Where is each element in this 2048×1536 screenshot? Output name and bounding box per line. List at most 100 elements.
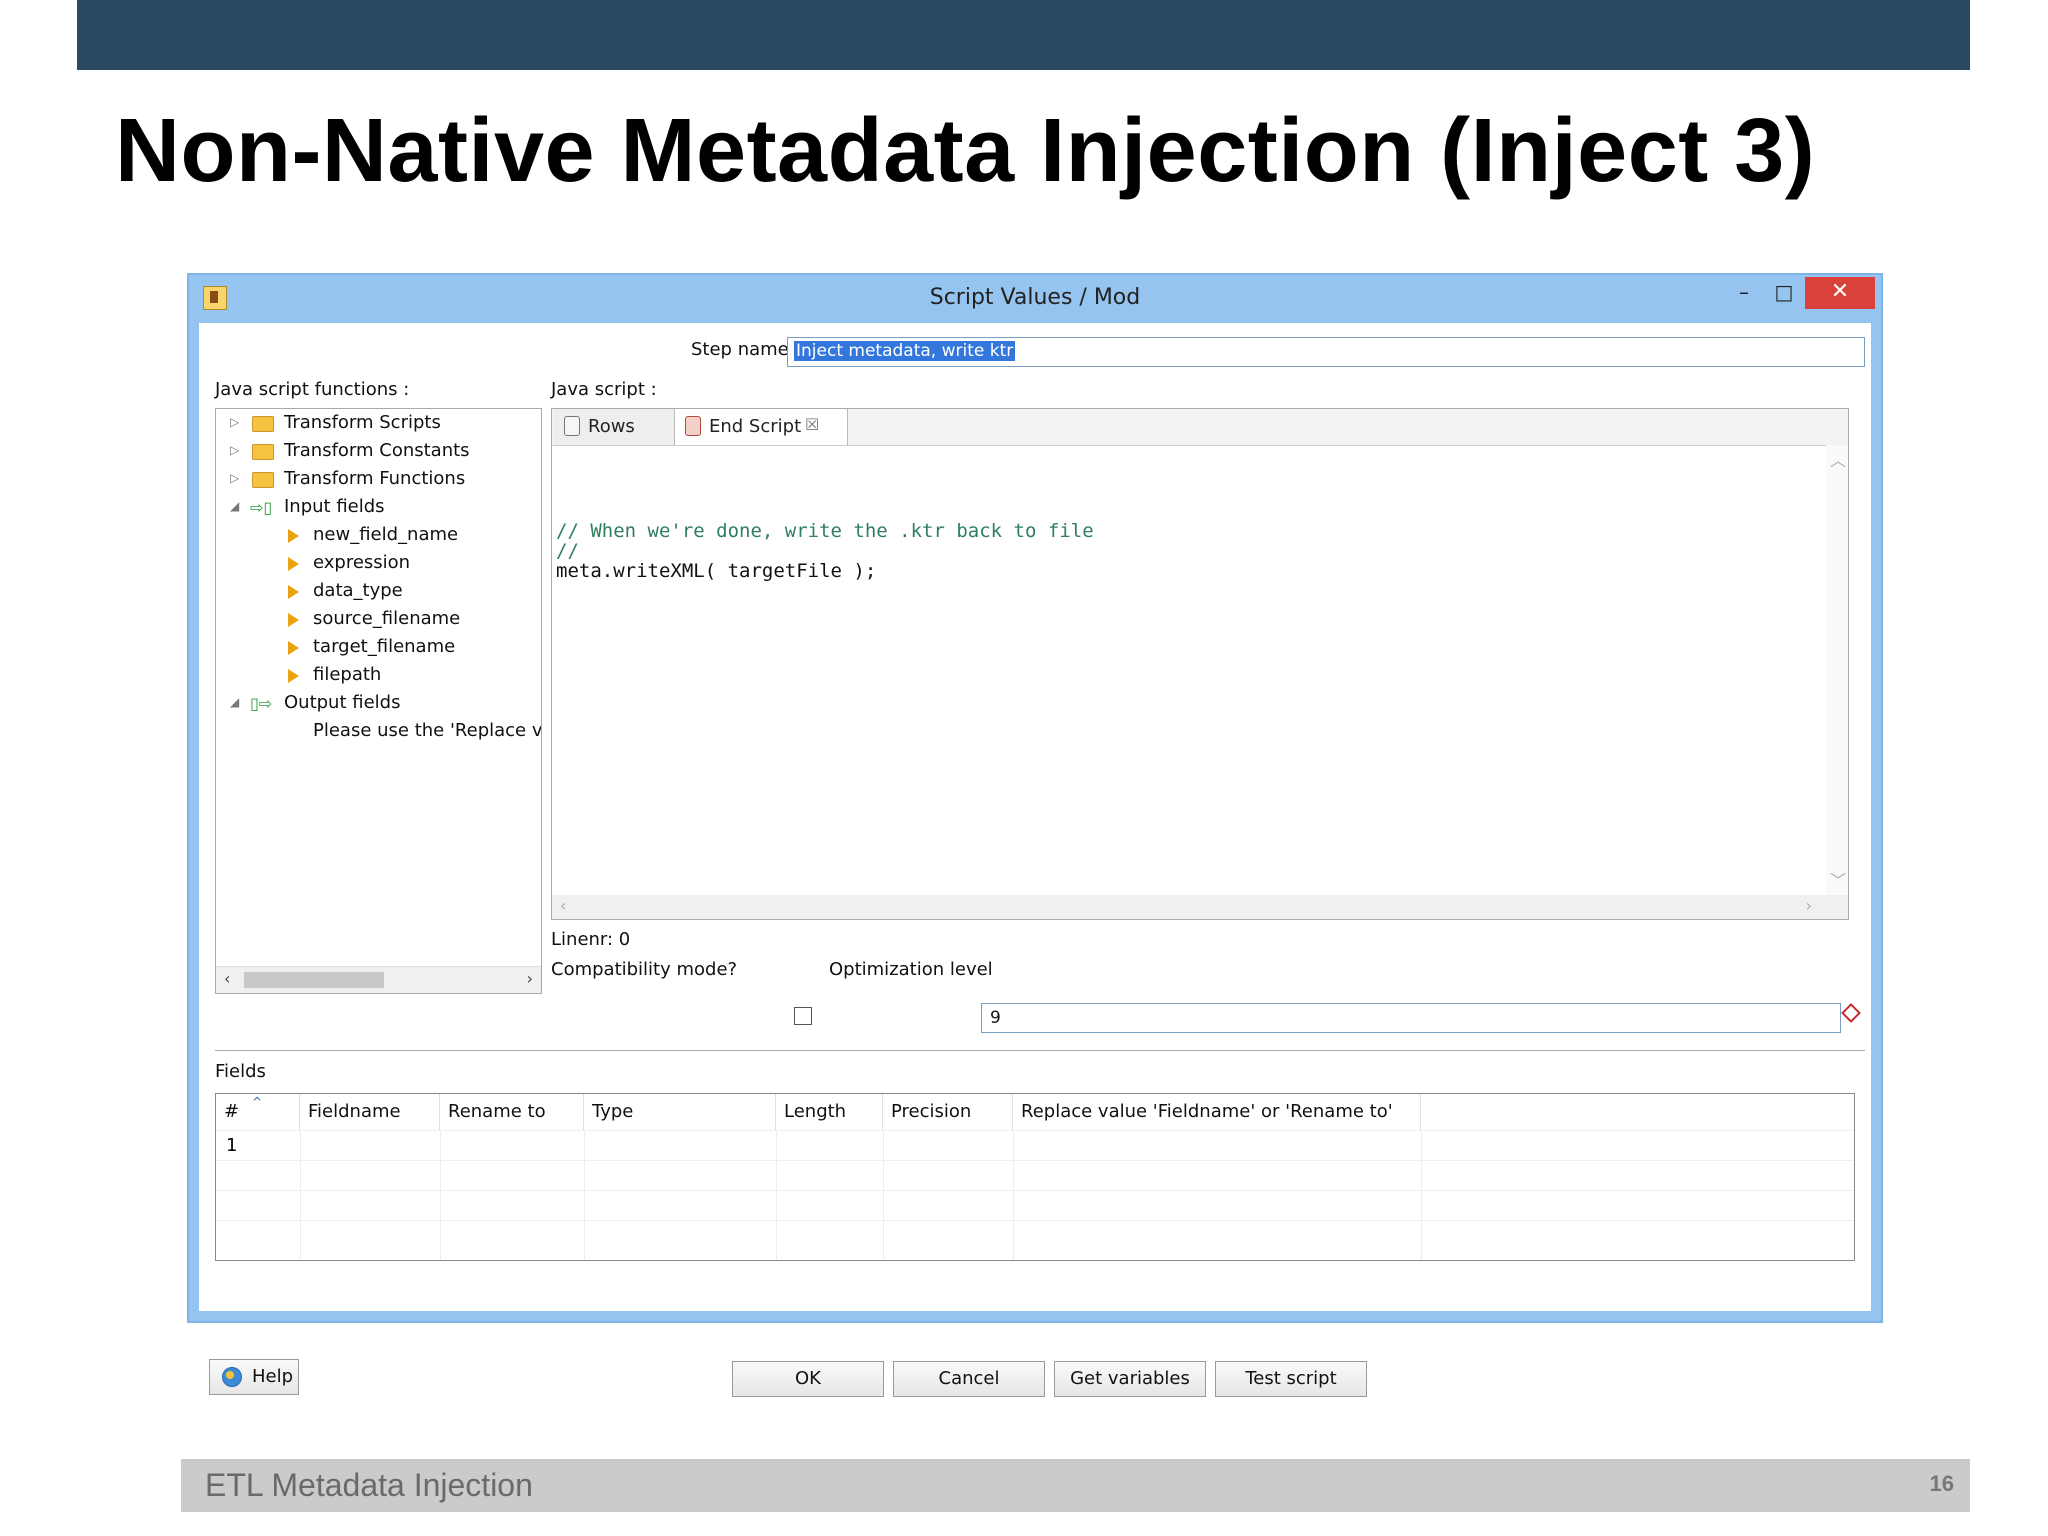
column-header[interactable]: Type — [584, 1094, 776, 1130]
sort-indicator-icon: ^ — [252, 1095, 263, 1109]
script-tabs: Rows End Script ☒ — [552, 409, 1848, 446]
separator — [215, 1050, 1865, 1051]
help-icon — [222, 1367, 242, 1387]
script-editor[interactable]: Rows End Script ☒ // When we're done, wr… — [551, 408, 1849, 920]
functions-tree[interactable]: ▷ Transform Scripts ▷ Transform Constant… — [215, 408, 542, 994]
script-icon — [564, 416, 580, 436]
step-name-input[interactable]: Inject metadata, write ktr — [787, 337, 1865, 367]
field-arrow-icon — [288, 529, 299, 543]
folder-icon — [252, 472, 274, 488]
tree-item-label: source_filename — [313, 608, 461, 629]
table-row-empty — [216, 1190, 1854, 1221]
table-row-empty — [216, 1160, 1854, 1191]
tab-rows[interactable]: Rows — [554, 409, 675, 445]
dialog-client-area: Step name Inject metadata, write ktr Jav… — [199, 323, 1871, 1397]
code-line: meta.writeXML( targetFile ); — [556, 560, 877, 582]
dialog-titlebar[interactable]: Script Values / Mod – □ ✕ — [189, 275, 1881, 323]
test-script-button[interactable]: Test script — [1215, 1361, 1367, 1397]
linenr-label: Linenr: 0 — [551, 929, 631, 950]
tree-item-label: Transform Scripts — [284, 412, 441, 433]
tree-item-label: Please use the 'Replace valu — [313, 720, 542, 741]
slide-title: Non-Native Metadata Injection (Inject 3) — [115, 101, 1816, 201]
maximize-button[interactable]: □ — [1769, 277, 1799, 309]
column-header[interactable]: Length — [776, 1094, 883, 1130]
collapse-icon[interactable]: ◢ — [230, 695, 239, 709]
expand-icon[interactable]: ▷ — [230, 471, 239, 485]
input-fields-icon: ⇨▯ — [250, 498, 273, 517]
tree-item-label: Transform Functions — [284, 468, 466, 489]
tree-item-label: filepath — [313, 664, 382, 685]
column-header-label: # — [224, 1101, 240, 1122]
field-arrow-icon — [288, 557, 299, 571]
tree-horizontal-scrollbar[interactable]: ‹ › — [216, 966, 541, 993]
collapse-icon[interactable]: ◢ — [230, 499, 239, 513]
minimize-button[interactable]: – — [1729, 277, 1759, 309]
scroll-left-icon[interactable]: ‹ — [224, 969, 230, 988]
field-arrow-icon — [288, 641, 299, 655]
table-row[interactable]: 1 — [216, 1130, 1854, 1161]
column-header[interactable]: Rename to — [440, 1094, 584, 1130]
scroll-right-icon[interactable]: › — [527, 969, 533, 988]
tab-end-script[interactable]: End Script ☒ — [674, 409, 848, 445]
code-line: // — [556, 540, 579, 562]
tree-item-label: expression — [313, 552, 411, 573]
optimization-level-value: 9 — [990, 1008, 1001, 1028]
column-header[interactable]: Precision — [883, 1094, 1013, 1130]
field-arrow-icon — [288, 613, 299, 627]
tree-item-label: new_field_name — [313, 524, 459, 545]
fields-table[interactable]: # ^ Fieldname Rename to Type Length Prec… — [215, 1093, 1855, 1261]
slide-footer: ETL Metadata Injection 16 — [181, 1459, 1970, 1512]
optimization-level-input[interactable]: 9 — [981, 1003, 1841, 1033]
tree-scroll-thumb[interactable] — [244, 972, 384, 988]
help-button[interactable]: Help — [209, 1359, 299, 1395]
page-number: 16 — [1929, 1471, 1954, 1496]
tree-item-label: data_type — [313, 580, 403, 601]
compatibility-label: Compatibility mode? — [551, 959, 738, 980]
editor-horizontal-scrollbar[interactable]: ‹ › — [552, 895, 1848, 919]
tab-label: Rows — [588, 416, 635, 437]
help-button-label: Help — [252, 1366, 294, 1387]
optimization-label: Optimization level — [829, 959, 993, 980]
script-values-dialog: Script Values / Mod – □ ✕ Step name Inje… — [187, 273, 1883, 1397]
cancel-button[interactable]: Cancel — [893, 1361, 1045, 1397]
row-number: 1 — [226, 1135, 238, 1156]
tree-item-label: Output fields — [284, 692, 401, 713]
scroll-left-icon[interactable]: ‹ — [560, 896, 566, 915]
variable-icon[interactable] — [1841, 1003, 1861, 1023]
dialog-title: Script Values / Mod — [929, 285, 1141, 310]
tree-item-label: Input fields — [284, 496, 385, 517]
fields-label: Fields — [215, 1061, 266, 1082]
column-header[interactable]: # ^ — [216, 1094, 300, 1130]
step-name-label: Step name — [691, 339, 789, 360]
expand-icon[interactable]: ▷ — [230, 443, 239, 457]
field-arrow-icon — [288, 585, 299, 599]
tree-item-label: Transform Constants — [284, 440, 470, 461]
close-tab-icon[interactable]: ☒ — [805, 415, 819, 434]
editor-vertical-scrollbar[interactable]: ︿ ﹀ — [1826, 445, 1848, 895]
get-variables-button[interactable]: Get variables — [1054, 1361, 1206, 1397]
close-button[interactable]: ✕ — [1805, 277, 1875, 309]
slide-header-bar — [77, 0, 1970, 70]
compatibility-checkbox[interactable] — [794, 1007, 812, 1025]
script-label: Java script : — [551, 379, 657, 400]
step-name-value: Inject metadata, write ktr — [794, 341, 1016, 361]
column-header[interactable]: Replace value 'Fieldname' or 'Rename to' — [1013, 1094, 1421, 1130]
footer-text: ETL Metadata Injection — [205, 1467, 533, 1503]
field-arrow-icon — [288, 669, 299, 683]
expand-icon[interactable]: ▷ — [230, 415, 239, 429]
column-header[interactable]: Fieldname — [300, 1094, 440, 1130]
tree-item-label: target_filename — [313, 636, 456, 657]
scroll-up-icon[interactable]: ︿ — [1830, 447, 1846, 471]
scroll-right-icon[interactable]: › — [1806, 896, 1812, 915]
output-fields-icon: ▯⇨ — [250, 694, 273, 713]
scroll-down-icon[interactable]: ﹀ — [1830, 867, 1846, 891]
end-script-icon — [685, 416, 701, 436]
ok-button[interactable]: OK — [732, 1361, 884, 1397]
code-line: // When we're done, write the .ktr back … — [556, 520, 1094, 542]
table-row-empty — [216, 1220, 1854, 1251]
tab-label: End Script — [709, 416, 802, 437]
functions-label: Java script functions : — [215, 379, 410, 400]
script-code[interactable]: // When we're done, write the .ktr back … — [556, 521, 1094, 581]
folder-icon — [252, 416, 274, 432]
folder-icon — [252, 444, 274, 460]
